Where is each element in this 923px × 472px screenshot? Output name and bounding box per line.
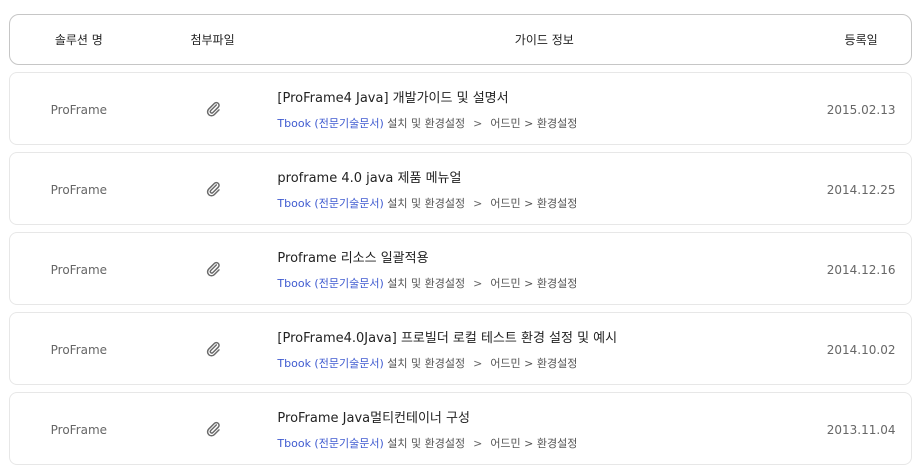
table-row[interactable]: ProFrame [ProFrame4 Java] 개발가이드 및 설명서 Tb… <box>9 72 912 145</box>
paperclip-icon[interactable] <box>204 340 222 358</box>
header-guide-info[interactable]: 가이드 정보 <box>277 31 811 48</box>
path-separator: > <box>473 356 483 370</box>
header-solution[interactable]: 솔루션 명 <box>10 31 148 48</box>
category-mid: 설치 및 환경설정 <box>387 116 466 130</box>
category-end: 어드민 > 환경설정 <box>490 276 578 290</box>
category-mid: 설치 및 환경설정 <box>387 196 466 210</box>
category-mid: 설치 및 환경설정 <box>387 436 466 450</box>
path-separator: > <box>473 276 483 290</box>
registration-date: 2014.12.16 <box>826 263 896 277</box>
category-mid: 설치 및 환경설정 <box>387 276 466 290</box>
category-link[interactable]: Tbook (전문기술문서) <box>277 117 383 130</box>
solution-name: ProFrame <box>50 263 108 277</box>
category-end: 어드민 > 환경설정 <box>490 436 578 450</box>
registration-date: 2013.11.04 <box>826 423 896 437</box>
table-row[interactable]: ProFrame Proframe 리소스 일괄적용 Tbook (전문기술문서… <box>9 232 912 305</box>
category-end: 어드민 > 환경설정 <box>490 196 578 210</box>
paperclip-icon[interactable] <box>204 100 222 118</box>
path-separator: > <box>473 436 483 450</box>
guide-title-link[interactable]: [ProFrame4.0Java] 프로빌더 로컬 테스트 환경 설정 및 예시 <box>277 327 811 346</box>
solution-name: ProFrame <box>50 103 108 117</box>
category-link[interactable]: Tbook (전문기술문서) <box>277 357 383 370</box>
paperclip-icon[interactable] <box>204 180 222 198</box>
solution-name: ProFrame <box>50 183 108 197</box>
solution-name: ProFrame <box>50 343 108 357</box>
guide-title-link[interactable]: proframe 4.0 java 제품 메뉴얼 <box>277 167 811 186</box>
guide-title-link[interactable]: Proframe 리소스 일괄적용 <box>277 247 811 266</box>
category-link[interactable]: Tbook (전문기술문서) <box>277 197 383 210</box>
solution-name: ProFrame <box>50 423 108 437</box>
category-mid: 설치 및 환경설정 <box>387 356 466 370</box>
path-separator: > <box>473 116 483 130</box>
category-path: Tbook (전문기술문서) 설치 및 환경설정 > 어드민 > 환경설정 <box>277 115 811 131</box>
registration-date: 2014.12.25 <box>826 183 896 197</box>
category-link[interactable]: Tbook (전문기술문서) <box>277 277 383 290</box>
table-row[interactable]: ProFrame ProFrame Java멀티컨테이너 구성 Tbook (전… <box>9 392 912 465</box>
table-row[interactable]: ProFrame [ProFrame4.0Java] 프로빌더 로컬 테스트 환… <box>9 312 912 385</box>
header-attachment[interactable]: 첨부파일 <box>148 31 278 48</box>
guide-title-link[interactable]: ProFrame Java멀티컨테이너 구성 <box>277 407 811 426</box>
paperclip-icon[interactable] <box>204 420 222 438</box>
category-path: Tbook (전문기술문서) 설치 및 환경설정 > 어드민 > 환경설정 <box>277 355 811 371</box>
paperclip-icon[interactable] <box>204 260 222 278</box>
category-link[interactable]: Tbook (전문기술문서) <box>277 437 383 450</box>
category-path: Tbook (전문기술문서) 설치 및 환경설정 > 어드민 > 환경설정 <box>277 435 811 451</box>
header-date[interactable]: 등록일 <box>811 31 911 48</box>
table-header: 솔루션 명 첨부파일 가이드 정보 등록일 <box>9 14 912 65</box>
table-row[interactable]: ProFrame proframe 4.0 java 제품 메뉴얼 Tbook … <box>9 152 912 225</box>
category-path: Tbook (전문기술문서) 설치 및 환경설정 > 어드민 > 환경설정 <box>277 275 811 291</box>
category-end: 어드민 > 환경설정 <box>490 116 578 130</box>
guide-table: 솔루션 명 첨부파일 가이드 정보 등록일 ProFrame [ProFrame… <box>9 14 912 472</box>
category-end: 어드민 > 환경설정 <box>490 356 578 370</box>
category-path: Tbook (전문기술문서) 설치 및 환경설정 > 어드민 > 환경설정 <box>277 195 811 211</box>
guide-title-link[interactable]: [ProFrame4 Java] 개발가이드 및 설명서 <box>277 87 811 106</box>
path-separator: > <box>473 196 483 210</box>
registration-date: 2014.10.02 <box>826 343 896 357</box>
registration-date: 2015.02.13 <box>826 103 896 117</box>
